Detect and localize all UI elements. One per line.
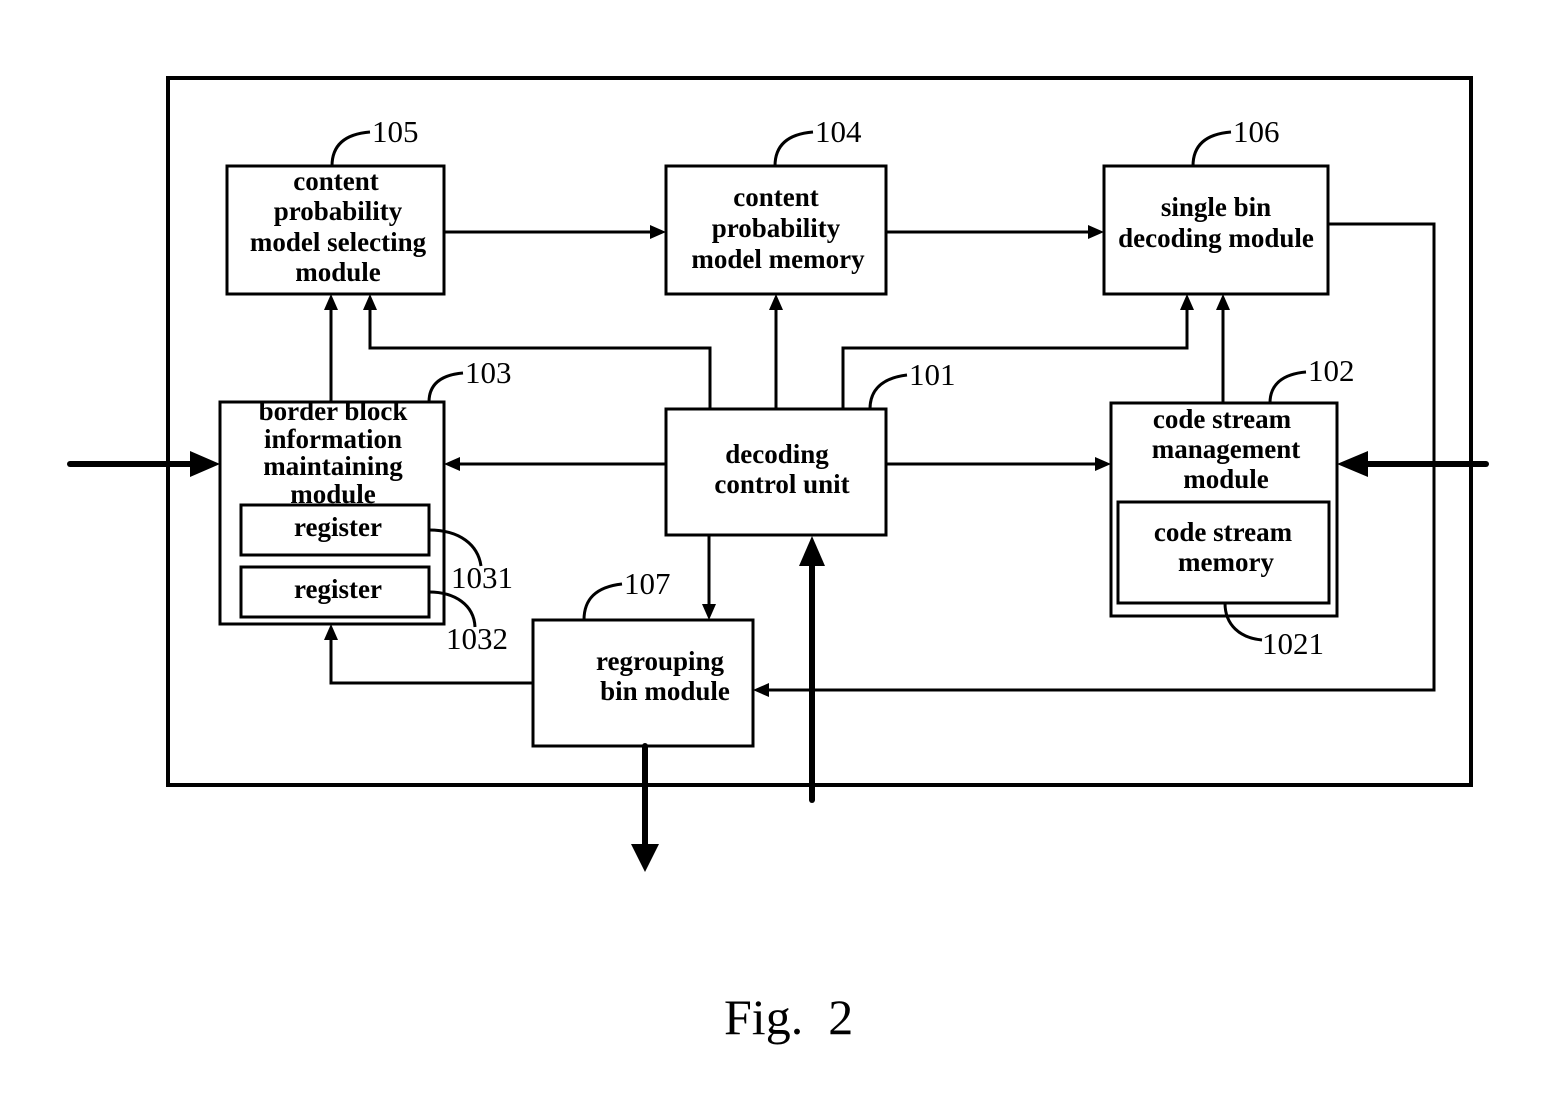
arrowhead-107-to-103 <box>324 624 338 640</box>
module-102-line-3: module <box>1183 464 1269 494</box>
arrowhead-105-to-104 <box>650 225 666 239</box>
module-104: content probability model memory 104 <box>664 114 888 296</box>
connector-101-to-106 <box>841 308 1189 409</box>
module-103-line-1: border block <box>259 396 408 426</box>
arrowhead-101-to-104 <box>769 294 783 310</box>
memory-1021-ref: 1021 <box>1262 626 1324 661</box>
module-104-line-1: content <box>733 182 818 212</box>
register-1031-label: register <box>294 512 382 542</box>
module-107-line-1: regrouping <box>596 646 725 676</box>
external-input-right-arrowhead <box>1337 451 1368 477</box>
register-1032-ref: 1032 <box>446 621 508 656</box>
arrowhead-101-to-102 <box>1095 457 1111 471</box>
module-106-line-1: single bin <box>1161 192 1271 222</box>
module-104-leader <box>773 130 814 167</box>
module-105-line-1: content <box>293 166 378 196</box>
module-105-line-4: module <box>295 257 381 287</box>
memory-1021-line-1: code stream <box>1154 517 1293 547</box>
module-102-ref: 102 <box>1308 353 1355 388</box>
module-105: content probability model selecting modu… <box>225 114 446 296</box>
module-106-leader <box>1191 130 1232 167</box>
register-1031-ref: 1031 <box>451 560 513 595</box>
arrowhead-106-to-107 <box>753 683 769 697</box>
register-1032-label: register <box>294 574 382 604</box>
external-input-left-arrowhead <box>190 451 220 477</box>
module-106: single bin decoding module 106 <box>1102 114 1330 296</box>
module-107-leader <box>582 582 623 621</box>
arrowhead-101-to-103 <box>444 457 460 471</box>
module-104-ref: 104 <box>815 114 862 149</box>
module-102-leader <box>1268 370 1307 404</box>
external-input-bottom-arrowhead <box>799 536 825 566</box>
arrowhead-103-to-105 <box>324 294 338 310</box>
module-105-line-2: probability <box>274 196 403 226</box>
module-101-line-1: decoding <box>725 439 829 469</box>
module-101-ref: 101 <box>909 357 956 392</box>
module-101-line-2: control unit <box>714 469 849 499</box>
module-103-line-3: maintaining <box>263 451 403 481</box>
module-105-leader <box>330 130 371 167</box>
arrowhead-101-to-107 <box>702 604 716 620</box>
module-107-ref: 107 <box>624 566 671 601</box>
module-106-line-2: decoding module <box>1118 223 1314 253</box>
module-103-ref: 103 <box>465 355 512 390</box>
memory-1021-line-2: memory <box>1178 547 1274 577</box>
arrowhead-102-to-106 <box>1216 294 1230 310</box>
arrowhead-101-to-105 <box>363 294 377 310</box>
module-103: border block information maintaining mod… <box>218 355 513 656</box>
module-107: regrouping bin module 107 <box>531 566 755 748</box>
connector-101-to-105 <box>368 308 712 409</box>
module-107-line-2: bin module <box>600 676 730 706</box>
external-output-bottom-arrowhead <box>631 844 659 872</box>
arrowhead-101-to-106 <box>1180 294 1194 310</box>
module-105-ref: 105 <box>372 114 419 149</box>
module-102-line-1: code stream <box>1153 404 1292 434</box>
module-104-line-3: model memory <box>691 244 865 274</box>
module-102-line-2: management <box>1152 434 1300 464</box>
module-103-line-2: information <box>264 424 402 454</box>
arrowhead-104-to-106 <box>1088 225 1104 239</box>
figure-caption: Fig. 2 <box>724 989 853 1045</box>
module-104-line-2: probability <box>712 213 841 243</box>
module-106-ref: 106 <box>1233 114 1280 149</box>
block-diagram: content probability model selecting modu… <box>67 76 1489 1045</box>
module-103-leader <box>427 371 464 403</box>
module-101-leader <box>868 373 908 410</box>
module-102: code stream management module 102 code s… <box>1109 353 1355 661</box>
module-105-line-3: model selecting <box>250 227 427 257</box>
